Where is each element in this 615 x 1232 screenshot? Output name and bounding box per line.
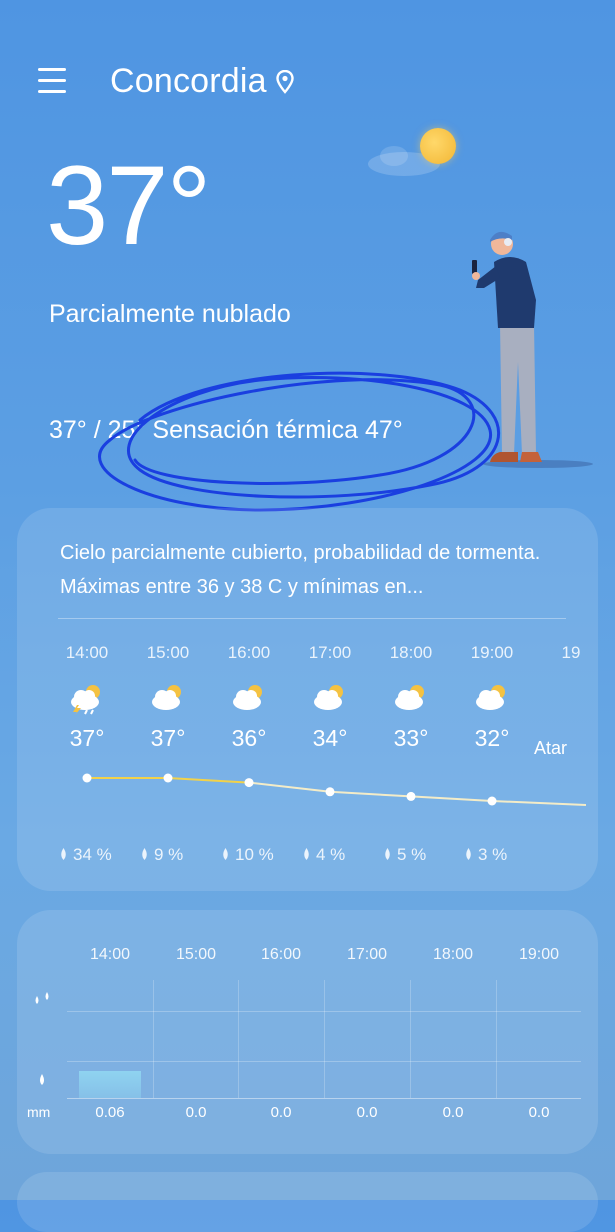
partly-cloudy-icon: [310, 681, 350, 715]
hour-time: 14:00: [65, 643, 109, 662]
precip-value: 0.0: [356, 1104, 378, 1121]
sun-icon: [420, 128, 456, 164]
hour-time: 19:00: [470, 643, 514, 662]
column-separator: [238, 980, 239, 1098]
precip-probability-value: 9 %: [154, 845, 184, 864]
location-pin-icon: [276, 70, 294, 94]
trend-point: [82, 773, 92, 783]
raindrop-icon: [463, 846, 474, 860]
precip-probability-value: 34 %: [73, 845, 112, 864]
trend-segment: [410, 795, 493, 802]
precip-probability-value: 3 %: [478, 845, 508, 864]
hour-time: 15:00: [146, 643, 190, 662]
partly-cloudy-icon: [472, 681, 512, 715]
menu-button[interactable]: [38, 68, 70, 98]
precip-probability-value: 5 %: [397, 845, 427, 864]
hour-temperature: 32°: [474, 725, 510, 751]
raindrop-icon: [382, 846, 393, 860]
precip-probability: 34 %: [58, 845, 112, 865]
precip-value: 0.0: [442, 1104, 464, 1121]
hour-time: 17:00: [308, 643, 352, 662]
partly-cloudy-icon: [391, 681, 431, 715]
column-separator: [324, 980, 325, 1098]
hour-column: 17:00 34°: [289, 643, 371, 752]
precip-probability: 4 %: [301, 845, 345, 865]
trend-segment: [248, 781, 331, 793]
forecast-summary[interactable]: Cielo parcialmente cubierto, probabilida…: [60, 536, 560, 604]
precip-value: 0.0: [270, 1104, 292, 1121]
precip-probability: 9 %: [139, 845, 183, 865]
partly-cloudy-icon: [148, 681, 188, 715]
precip-probability: 5 %: [382, 845, 426, 865]
hour-column: 18:00 33°: [370, 643, 452, 752]
current-temperature: 37°: [46, 143, 211, 268]
precip-time-label: 14:00: [89, 946, 131, 963]
precip-probability-value: 10 %: [235, 845, 274, 864]
person-illustration: [472, 231, 593, 468]
hour-column: 15:00 37°: [127, 643, 209, 752]
hourly-forecast-strip[interactable]: 19 Atar 14:00 37° 34 % 15:00 37° 9 % 16:00 36° 1…: [46, 643, 586, 883]
next-card: [17, 1172, 598, 1232]
column-separator: [496, 980, 497, 1098]
precip-value: 0.0: [528, 1104, 550, 1121]
column-separator: [410, 980, 411, 1098]
precip-time-label: 18:00: [432, 946, 474, 963]
trend-segment: [329, 790, 412, 798]
hour-temperature: 33°: [393, 725, 429, 751]
partly-cloudy-icon: [229, 681, 269, 715]
hour-temperature: 37°: [150, 725, 186, 751]
trend-point: [487, 796, 497, 806]
precip-time-label: 16:00: [260, 946, 302, 963]
hour-time: 19: [561, 643, 581, 662]
divider: [58, 618, 566, 619]
hour-column-partial: 19: [530, 643, 586, 663]
column-separator: [153, 980, 154, 1098]
precip-value: 0.0: [185, 1104, 207, 1121]
precip-probability: 10 %: [220, 845, 274, 865]
hour-column: 16:00 36°: [208, 643, 290, 752]
hour-temperature: 37°: [69, 725, 105, 751]
trend-segment: [167, 777, 250, 784]
raindrop-icon: [139, 846, 150, 860]
raindrop-icon: [301, 846, 312, 860]
hour-temperature: 36°: [231, 725, 267, 751]
precip-probability-value: 4 %: [316, 845, 346, 864]
hour-column: 14:00 37°: [46, 643, 128, 752]
precip-probability: 3 %: [463, 845, 507, 865]
condition-label: Parcialmente nublado: [49, 300, 291, 328]
city-title[interactable]: Concordia: [110, 62, 267, 101]
precip-time-label: 17:00: [346, 946, 388, 963]
hour-time: 18:00: [389, 643, 433, 662]
sunset-label: Atar: [534, 738, 568, 758]
trend-point: [325, 787, 335, 797]
trend-point: [406, 791, 416, 801]
hour-time: 16:00: [227, 643, 271, 662]
heavy-rain-drops-icon: [35, 992, 49, 1004]
raindrop-icon: [220, 846, 231, 860]
precip-value: 0.06: [95, 1104, 125, 1121]
hour-temperature: 34°: [312, 725, 348, 751]
menu-icon: [38, 68, 66, 71]
light-rain-drop-icon: [40, 1074, 44, 1085]
unit-label: mm: [27, 1104, 51, 1120]
thunderstorm-partly-cloudy-icon: [67, 681, 107, 715]
precip-time-label: 19:00: [518, 946, 560, 963]
precip-bar: [79, 1071, 141, 1098]
baseline: [67, 1098, 581, 1099]
trend-segment: [491, 800, 586, 806]
trend-point: [163, 773, 173, 783]
precip-time-label: 15:00: [175, 946, 217, 963]
trend-point: [244, 778, 254, 788]
raindrop-icon: [58, 846, 69, 860]
temp-range-feels-like: 37° / 25° Sensación térmica 47°: [49, 416, 403, 444]
hour-column: 19:00 32°: [451, 643, 533, 752]
